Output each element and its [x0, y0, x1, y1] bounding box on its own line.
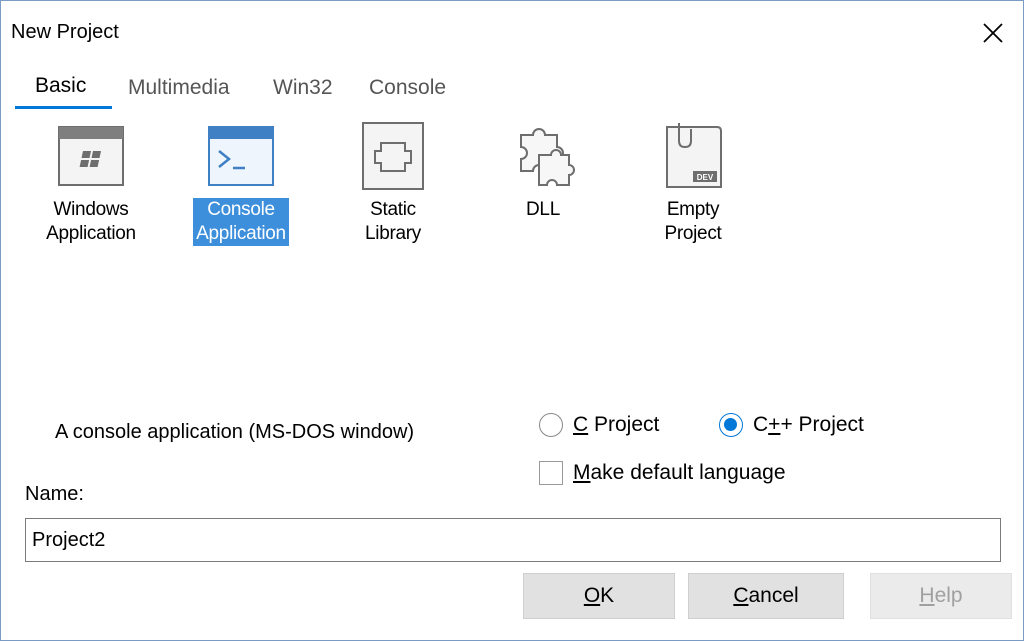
cpp-project-label: C++ Project — [753, 413, 864, 436]
static-library-icon — [362, 122, 424, 190]
project-type-console-application[interactable]: Console Application — [186, 121, 296, 246]
tab-console[interactable]: Console — [359, 69, 456, 109]
new-project-dialog: New Project Basic Multimedia Win32 Conso… — [0, 0, 1024, 641]
project-description: A console application (MS-DOS window) — [55, 421, 415, 443]
project-label-line1: Windows — [53, 199, 129, 220]
radio-circle — [539, 413, 563, 437]
tab-win32[interactable]: Win32 — [263, 69, 343, 109]
project-type-static-library[interactable]: Static Library — [338, 121, 448, 246]
project-label-line2: Application — [196, 223, 286, 244]
checkbox-box — [539, 461, 563, 485]
dev-badge: DEV — [697, 173, 714, 182]
project-name-input[interactable] — [25, 518, 1001, 562]
project-label: Empty Project — [664, 199, 722, 244]
tab-multimedia[interactable]: Multimedia — [118, 69, 240, 109]
cpp-project-radio[interactable]: C++ Project — [719, 413, 864, 437]
project-type-dll[interactable]: DLL — [488, 121, 598, 222]
c-project-label: C Project — [573, 413, 660, 436]
project-label: Static Library — [365, 199, 421, 244]
cancel-button[interactable]: Cancel — [688, 573, 844, 619]
make-default-language-label: Make default language — [573, 461, 786, 484]
project-label-line1: Console — [207, 199, 275, 220]
project-type-windows-application[interactable]: Windows Application — [36, 121, 146, 246]
make-default-language-checkbox[interactable]: Make default language — [539, 461, 786, 485]
dll-icon — [520, 128, 575, 186]
console-app-icon — [208, 126, 274, 186]
project-type-empty-project[interactable]: DEV Empty Project — [638, 121, 748, 246]
ok-button[interactable]: OK — [523, 573, 675, 619]
dialog-title: New Project — [11, 21, 119, 43]
tab-basic[interactable]: Basic — [25, 67, 96, 107]
windows-app-icon — [58, 126, 124, 186]
project-label: DLL — [526, 199, 560, 220]
active-tab-indicator — [15, 106, 112, 109]
help-button[interactable]: Help — [870, 573, 1012, 619]
close-button[interactable] — [973, 13, 1013, 53]
project-label-line2: Application — [46, 223, 136, 244]
empty-project-icon: DEV — [666, 123, 722, 188]
name-label: Name: — [25, 483, 84, 505]
c-project-radio[interactable]: C Project — [539, 413, 659, 437]
radio-circle-selected — [719, 413, 743, 437]
close-icon — [983, 23, 1003, 43]
